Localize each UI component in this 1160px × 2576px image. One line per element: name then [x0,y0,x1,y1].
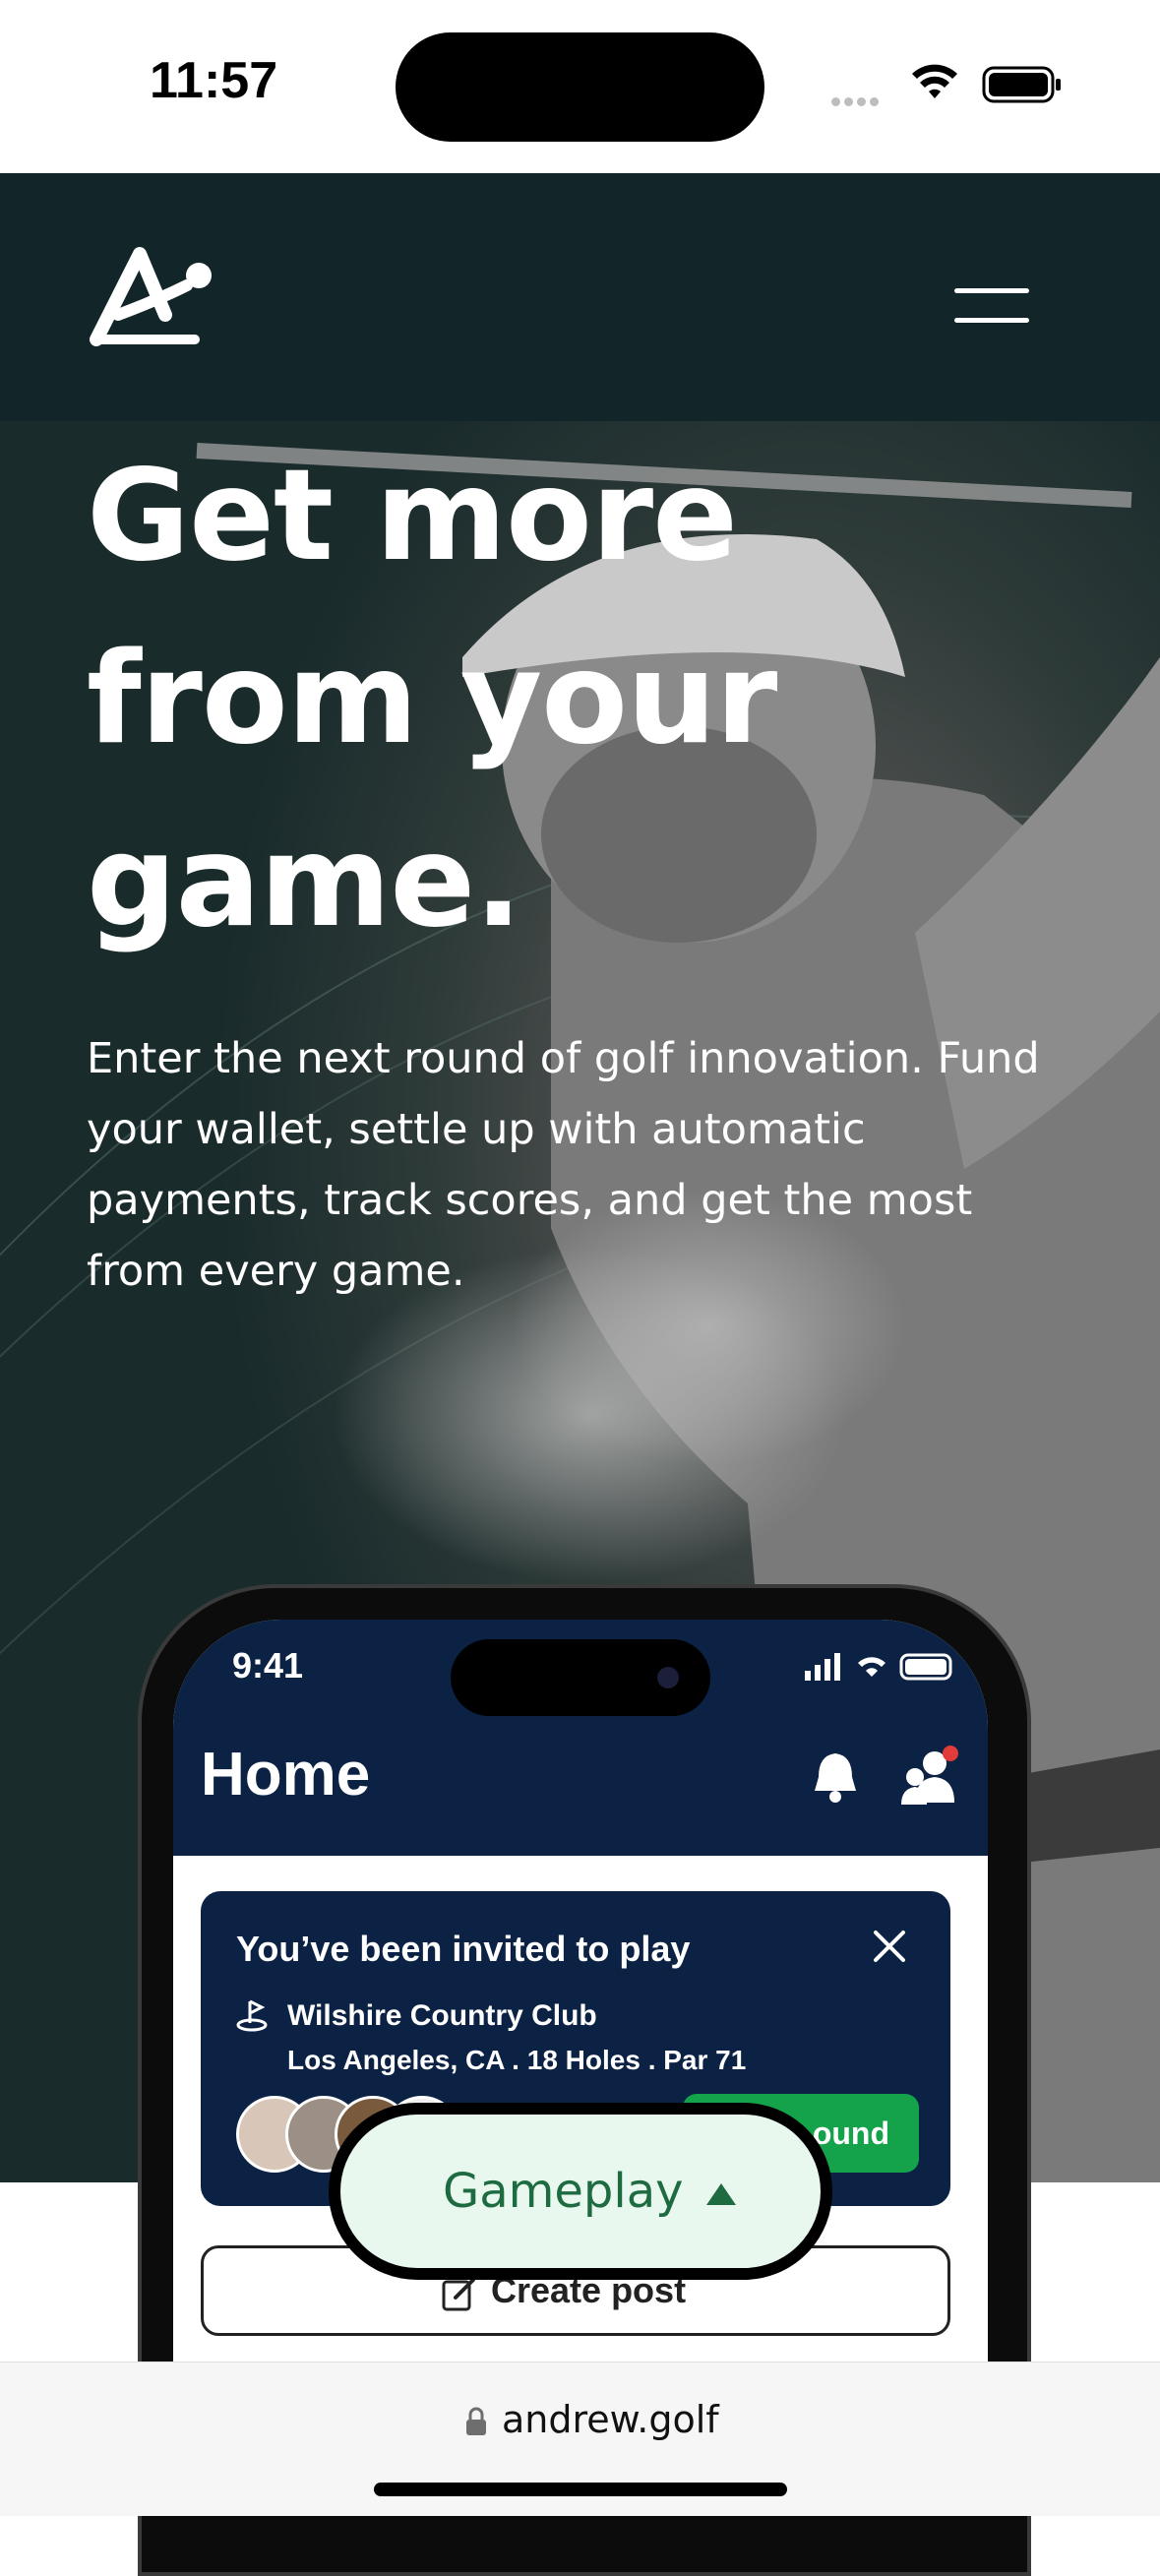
edit-icon [442,2278,475,2311]
invite-club-name: Wilshire Country Club [287,1999,597,2032]
friends-icon[interactable] [897,1744,960,1807]
golf-flag-icon [236,1999,268,2032]
andrew-logo-icon[interactable] [89,246,216,349]
hamburger-menu-icon[interactable] [945,280,1029,330]
close-icon[interactable] [870,1927,909,1966]
gameplay-label: Gameplay [443,2164,684,2219]
phone-status-icons [805,1653,952,1681]
caret-up-icon [706,2183,736,2205]
cellular-signal-icon [831,93,890,106]
lock-icon [466,2407,486,2435]
url-text[interactable]: andrew.golf [502,2398,719,2441]
dynamic-island [396,32,764,142]
hero-headline: Get more from your game. [87,443,777,955]
browser-address-bar[interactable]: andrew.golf [0,2361,1160,2516]
phone-dynamic-island [451,1639,710,1716]
battery-icon [982,66,1061,103]
gameplay-toggle-button[interactable]: Gameplay [329,2103,832,2280]
phone-app-header: 9:41 Home [173,1620,988,1856]
status-time: 11:57 [150,52,278,109]
status-bar: 11:57 [0,0,1160,173]
invite-course-details: Los Angeles, CA . 18 Holes . Par 71 [287,2045,747,2075]
home-indicator[interactable] [374,2483,787,2496]
bell-icon[interactable] [811,1748,860,1807]
hero-subtext: Enter the next round of golf innovation.… [87,1034,1040,1296]
phone-status-time: 9:41 [232,1645,304,1686]
wifi-icon [912,64,957,98]
phone-home-title: Home [201,1741,371,1809]
invite-title: You’ve been invited to play [236,1929,691,1969]
